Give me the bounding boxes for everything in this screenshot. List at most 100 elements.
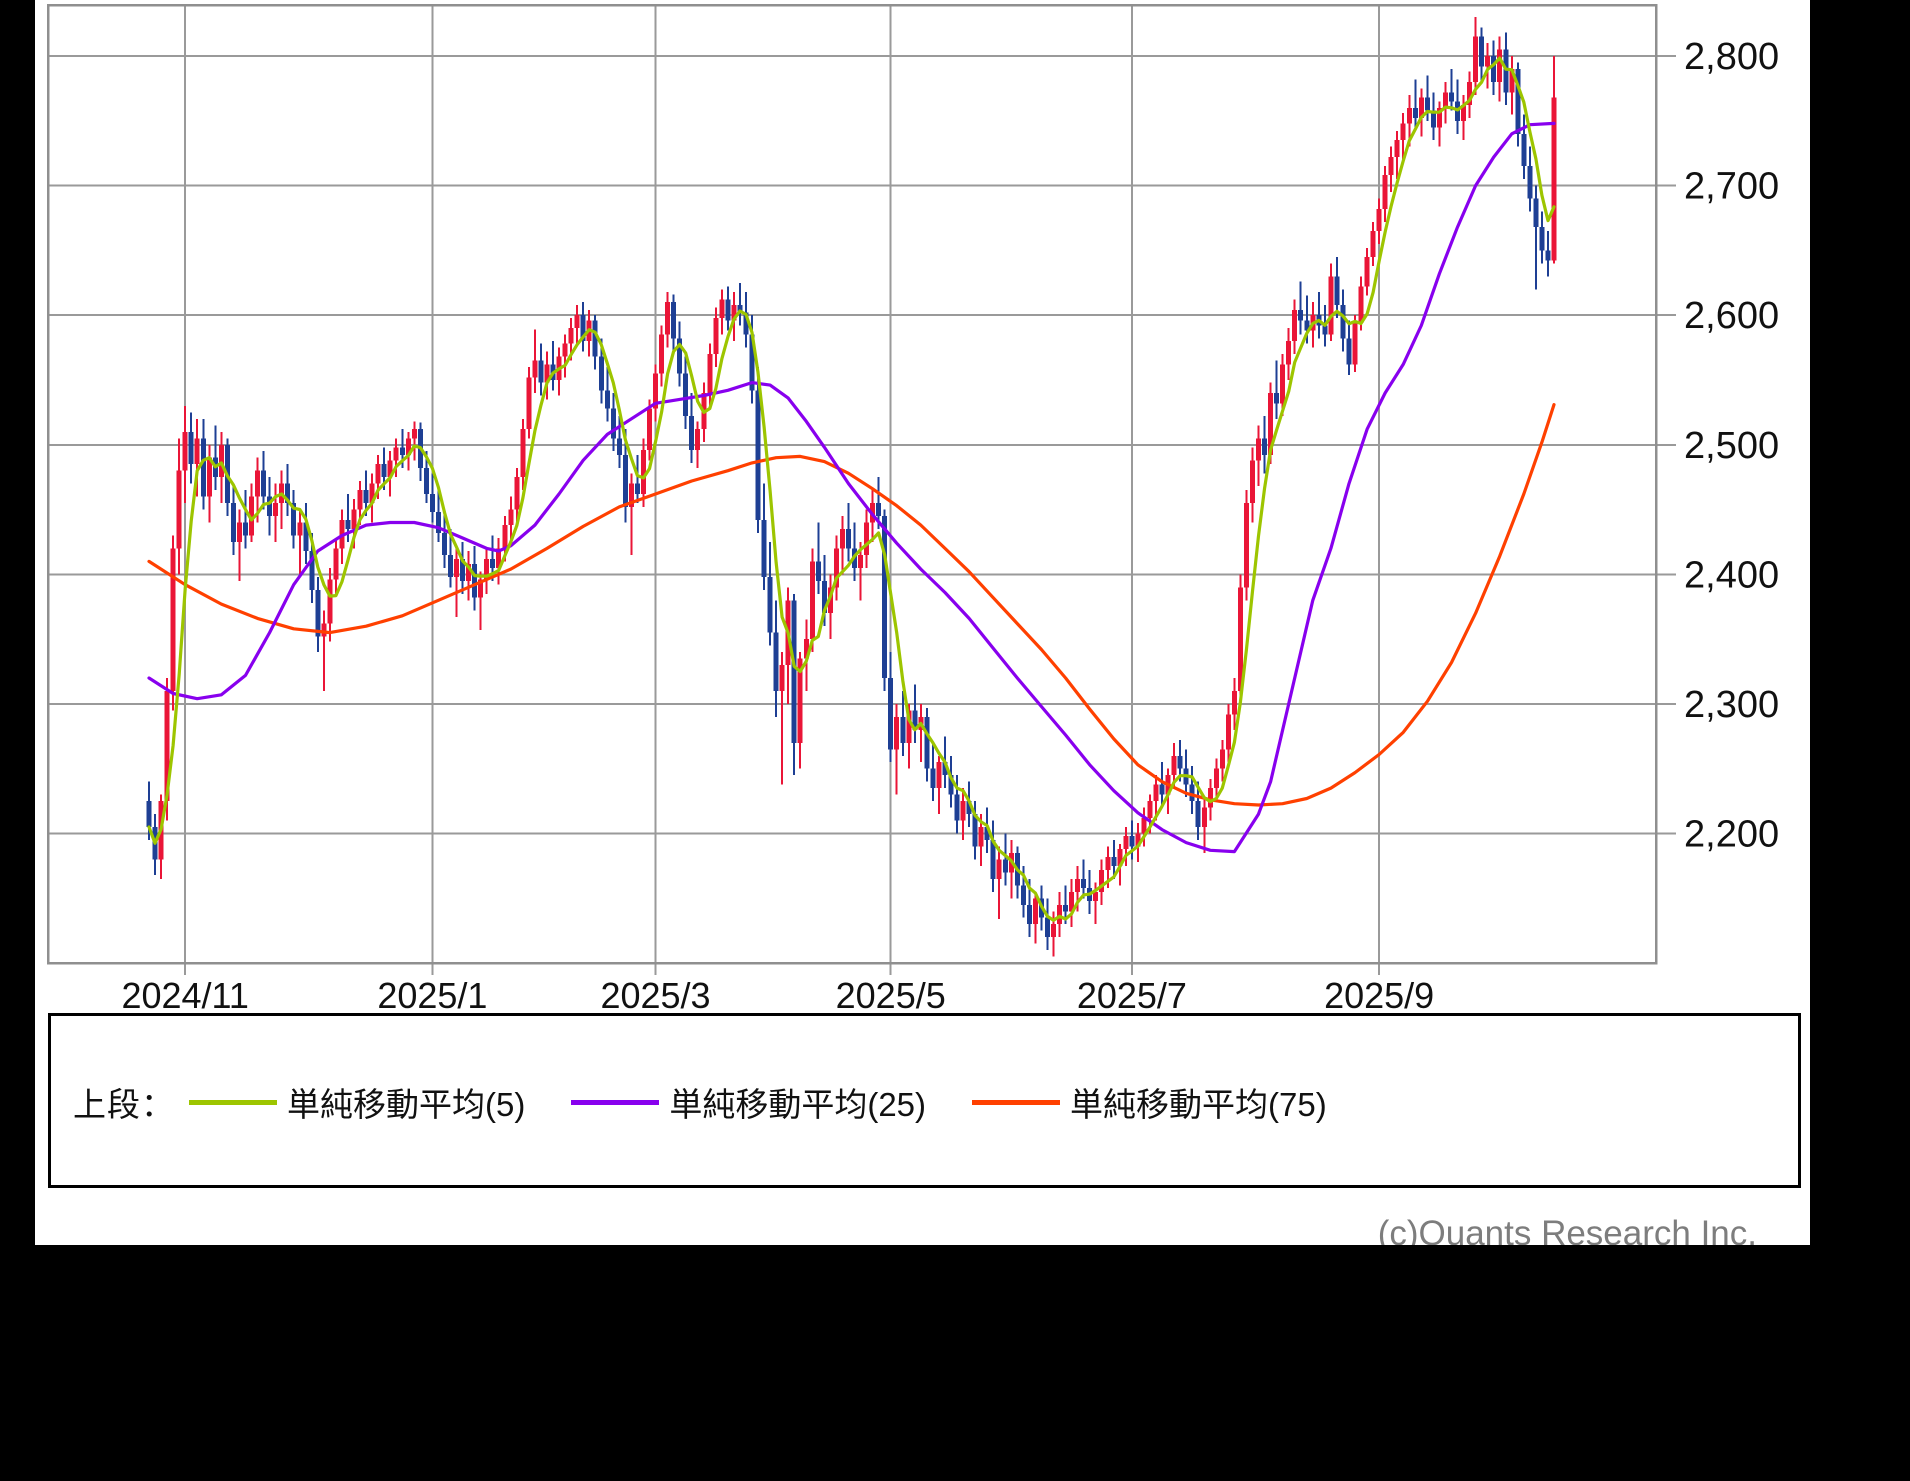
copyright-text: (c)Quants Research Inc. [1378,1214,1757,1245]
legend-item-sma5: 単純移動平均(5) [189,1078,557,1126]
sma75-line-swatch [972,1100,1060,1105]
candle-up [237,523,242,542]
x-tick-label: 2024/11 [121,975,248,1016]
legend-item-sma25: 単純移動平均(25) [571,1078,958,1126]
candle-down [1045,918,1050,937]
candle-up [1250,460,1255,503]
candle-down [538,361,543,383]
candle-down [1449,92,1454,101]
candle-up [1377,209,1382,231]
candle-up [1232,691,1237,714]
candle-up [1202,808,1207,827]
candle-up [1286,341,1291,364]
candle-down [231,503,236,542]
candle-up [563,344,568,357]
candle-down [1274,393,1279,403]
candle-down [1003,859,1008,872]
candle-up [665,302,670,334]
candle-up [171,548,176,691]
candle-up [207,458,212,497]
candle-down [345,520,350,529]
candle-down [1346,338,1351,364]
candle-up [195,438,200,464]
y-tick-label: 2,800 [1684,36,1779,78]
candle-up [1328,276,1333,334]
y-tick-label: 2,700 [1684,166,1779,208]
candle-down [635,484,640,494]
candle-down [424,468,429,494]
y-axis-labels: 2,8002,7002,6002,5002,4002,3002,200 [1684,36,1779,856]
candle-down [1129,836,1134,846]
legend-label-sma25: 単純移動平均(25) [669,1078,926,1126]
candle-down [442,533,447,555]
sma5-line-swatch [189,1100,277,1105]
candle-up [1033,898,1038,924]
legend-row: 上段： 単純移動平均(5) 単純移動平均(25) 単純移動平均(75) [73,1078,1359,1126]
candle-up [1497,50,1502,82]
candle-down [1190,784,1195,801]
candle-up [502,525,507,548]
candle-up [1220,749,1225,768]
candle-down [1081,879,1086,888]
x-tick-label: 2025/3 [600,975,710,1016]
candle-up [508,510,513,526]
candle-down [671,302,676,338]
candle-down [1527,166,1532,198]
candle-down [1413,108,1418,118]
candle-down [1491,56,1496,82]
candle-down [1425,97,1430,110]
candle-up [321,624,326,637]
candle-down [1479,37,1484,67]
candle-down [364,490,369,503]
candle-down [955,795,960,821]
candle-up [394,447,399,460]
candle-up [780,665,785,691]
legend-label-sma5: 単純移動平均(5) [287,1078,525,1126]
candle-up [1105,857,1110,870]
candle-up [979,827,984,846]
candle-up [1365,257,1370,287]
candle-up [575,315,580,328]
candle-down [725,300,730,321]
candle-up [454,559,459,577]
candle-down [623,455,628,507]
candle-up [273,503,278,516]
chart-canvas: 2024/112025/12025/32025/52025/72025/92,8… [35,0,1810,1245]
candle-up [858,555,863,568]
candle-down [430,494,435,512]
candle-up [707,354,712,393]
candle-up [894,717,899,749]
candle-up [333,548,338,579]
candle-up [255,471,260,497]
candle-down [1334,276,1339,305]
candle-up [840,529,845,548]
candle-up [713,318,718,354]
candle-up [1057,905,1062,924]
candle-up [719,300,724,318]
candle-up [1383,175,1388,209]
candle-down [201,438,206,496]
candle-down [1521,134,1526,166]
candle-up [1214,769,1219,788]
candle-down [1533,199,1538,228]
candle-up [695,429,700,450]
legend-label-sma75: 単純移動平均(75) [1070,1078,1327,1126]
candle-up [569,328,574,344]
candle-down [472,564,477,598]
y-tick-label: 2,400 [1684,554,1779,596]
candle-up [358,490,363,509]
candle-up [1371,231,1376,257]
candle-down [1111,857,1116,866]
candle-down [1063,905,1068,911]
candle-down [756,390,761,520]
y-tick-label: 2,600 [1684,295,1779,337]
candle-up [514,477,519,509]
candle-up [1075,879,1080,892]
sma25-line-swatch [571,1100,659,1105]
gridlines [48,5,1676,975]
candle-down [599,357,604,391]
candle-down [1027,905,1032,924]
candle-down [448,555,453,577]
candle-up [1485,56,1490,66]
candle-down [189,432,194,464]
